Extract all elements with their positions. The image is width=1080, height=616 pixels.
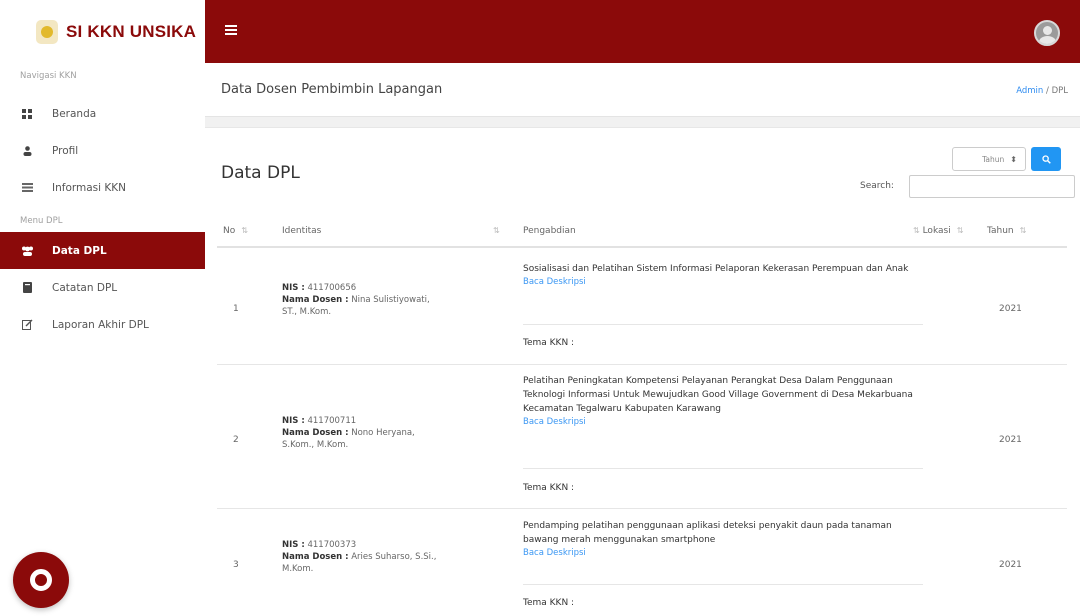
chat-widget-button[interactable] bbox=[13, 552, 69, 608]
nav-heading: Navigasi KKN bbox=[20, 71, 77, 81]
sidebar-item-data-dpl[interactable]: Data DPL bbox=[0, 232, 205, 269]
select-caret-icon: ⬍ bbox=[1010, 154, 1017, 164]
brand[interactable]: SI KKN UNSIKA bbox=[0, 0, 205, 63]
row-number: 3 bbox=[233, 560, 239, 570]
menu-toggle-icon[interactable] bbox=[225, 25, 237, 35]
pengabdian-title: Pendamping pelatihan penggunaan aplikasi… bbox=[523, 521, 892, 545]
chat-icon bbox=[30, 569, 52, 591]
year-select[interactable]: Tahun ⬍ bbox=[952, 147, 1026, 171]
search-icon bbox=[1041, 154, 1051, 164]
row-pengabdian: Sosialisasi dan Pelatihan Sistem Informa… bbox=[523, 262, 923, 288]
divider bbox=[523, 468, 923, 469]
page-header: Data Dosen Pembimbin Lapangan Admin / DP… bbox=[205, 63, 1080, 117]
row-tahun: 2021 bbox=[999, 560, 1022, 570]
card-title: Data DPL bbox=[221, 163, 300, 183]
edit-icon bbox=[20, 319, 34, 330]
row-identitas: NIS : 411700656 Nama Dosen : Nina Sulist… bbox=[282, 283, 430, 317]
row-identitas: NIS : 411700373 Nama Dosen : Aries Suhar… bbox=[282, 540, 437, 574]
table-row: 1 NIS : 411700656 Nama Dosen : Nina Suli… bbox=[217, 250, 1067, 365]
year-select-value: Tahun bbox=[982, 154, 1005, 164]
person-icon bbox=[20, 145, 34, 156]
sidebar-item-informasi-kkn[interactable]: Informasi KKN bbox=[0, 169, 205, 206]
sidebar-item-laporan-akhir-dpl[interactable]: Laporan Akhir DPL bbox=[0, 306, 205, 343]
pengabdian-title: Pelatihan Peningkatan Kompetensi Pelayan… bbox=[523, 376, 913, 414]
user-avatar[interactable] bbox=[1034, 20, 1060, 46]
row-pengabdian: Pendamping pelatihan penggunaan aplikasi… bbox=[523, 519, 923, 559]
sort-identitas-icon[interactable]: ⇅ bbox=[487, 226, 500, 236]
menu-heading: Menu DPL bbox=[20, 216, 63, 226]
table-row: 3 NIS : 411700373 Nama Dosen : Aries Suh… bbox=[217, 509, 1067, 616]
sort-icon: ⇅ bbox=[913, 226, 920, 235]
column-header-identitas[interactable]: Identitas bbox=[282, 226, 321, 236]
divider bbox=[523, 324, 923, 325]
page-title: Data Dosen Pembimbin Lapangan bbox=[221, 82, 443, 97]
baca-deskripsi-link[interactable]: Baca Deskripsi bbox=[523, 276, 923, 288]
sidebar-item-label: Catatan DPL bbox=[52, 281, 118, 294]
unsika-logo-icon bbox=[36, 19, 58, 44]
pengabdian-title: Sosialisasi dan Pelatihan Sistem Informa… bbox=[523, 264, 909, 274]
search-input[interactable] bbox=[909, 175, 1075, 198]
row-number: 1 bbox=[233, 304, 239, 314]
sidebar: SI KKN UNSIKA Navigasi KKN Beranda Profi… bbox=[0, 0, 205, 616]
sidebar-item-label: Informasi KKN bbox=[52, 181, 127, 194]
sort-icon: ⇅ bbox=[241, 226, 248, 235]
breadcrumb-admin-link[interactable]: Admin bbox=[1016, 86, 1043, 96]
tema-kkn-label: Tema KKN : bbox=[523, 338, 575, 348]
brand-title: SI KKN UNSIKA bbox=[66, 21, 197, 41]
table-header: No ⇅ Identitas ⇅ Pengabdian ⇅ Lokasi ⇅ Tah… bbox=[217, 214, 1067, 248]
topbar bbox=[205, 0, 1080, 63]
sidebar-item-label: Laporan Akhir DPL bbox=[52, 318, 149, 331]
baca-deskripsi-link[interactable]: Baca Deskripsi bbox=[523, 547, 923, 559]
row-number: 2 bbox=[233, 435, 239, 445]
column-header-no[interactable]: No ⇅ bbox=[223, 226, 248, 236]
row-identitas: NIS : 411700711 Nama Dosen : Nono Heryan… bbox=[282, 416, 415, 450]
sidebar-item-label: Beranda bbox=[52, 107, 97, 120]
table-row: 2 NIS : 411700711 Nama Dosen : Nono Hery… bbox=[217, 365, 1067, 509]
sidebar-item-label: Profil bbox=[52, 144, 79, 157]
dashboard-icon bbox=[20, 108, 34, 119]
users-icon bbox=[20, 246, 34, 256]
breadcrumb: Admin / DPL bbox=[1016, 86, 1068, 96]
divider bbox=[523, 584, 923, 585]
column-header-pengabdian[interactable]: Pengabdian bbox=[523, 226, 576, 236]
sidebar-item-beranda[interactable]: Beranda bbox=[0, 95, 205, 132]
filter-search-button[interactable] bbox=[1031, 147, 1061, 171]
book-icon bbox=[20, 282, 34, 293]
baca-deskripsi-link[interactable]: Baca Deskripsi bbox=[523, 416, 923, 428]
sidebar-item-profil[interactable]: Profil bbox=[0, 132, 205, 169]
sidebar-item-label: Data DPL bbox=[52, 244, 107, 257]
sidebar-item-catatan-dpl[interactable]: Catatan DPL bbox=[0, 269, 205, 306]
data-dpl-card: Data DPL Tahun ⬍ Search: No ⇅ Identitas ⇅… bbox=[205, 127, 1080, 616]
list-icon bbox=[20, 183, 34, 192]
column-header-lokasi[interactable]: ⇅ Lokasi ⇅ bbox=[907, 226, 963, 236]
breadcrumb-separator: / bbox=[1046, 86, 1049, 96]
row-pengabdian: Pelatihan Peningkatan Kompetensi Pelayan… bbox=[523, 374, 923, 428]
row-tahun: 2021 bbox=[999, 304, 1022, 314]
sort-icon: ⇅ bbox=[1019, 226, 1027, 235]
tema-kkn-label: Tema KKN : bbox=[523, 598, 575, 608]
breadcrumb-current: DPL bbox=[1051, 86, 1068, 96]
search-label: Search: bbox=[860, 181, 894, 191]
column-header-tahun[interactable]: Tahun ⇅ bbox=[987, 226, 1026, 236]
tema-kkn-label: Tema KKN : bbox=[523, 483, 575, 493]
sort-icon: ⇅ bbox=[956, 226, 964, 235]
row-tahun: 2021 bbox=[999, 435, 1022, 445]
